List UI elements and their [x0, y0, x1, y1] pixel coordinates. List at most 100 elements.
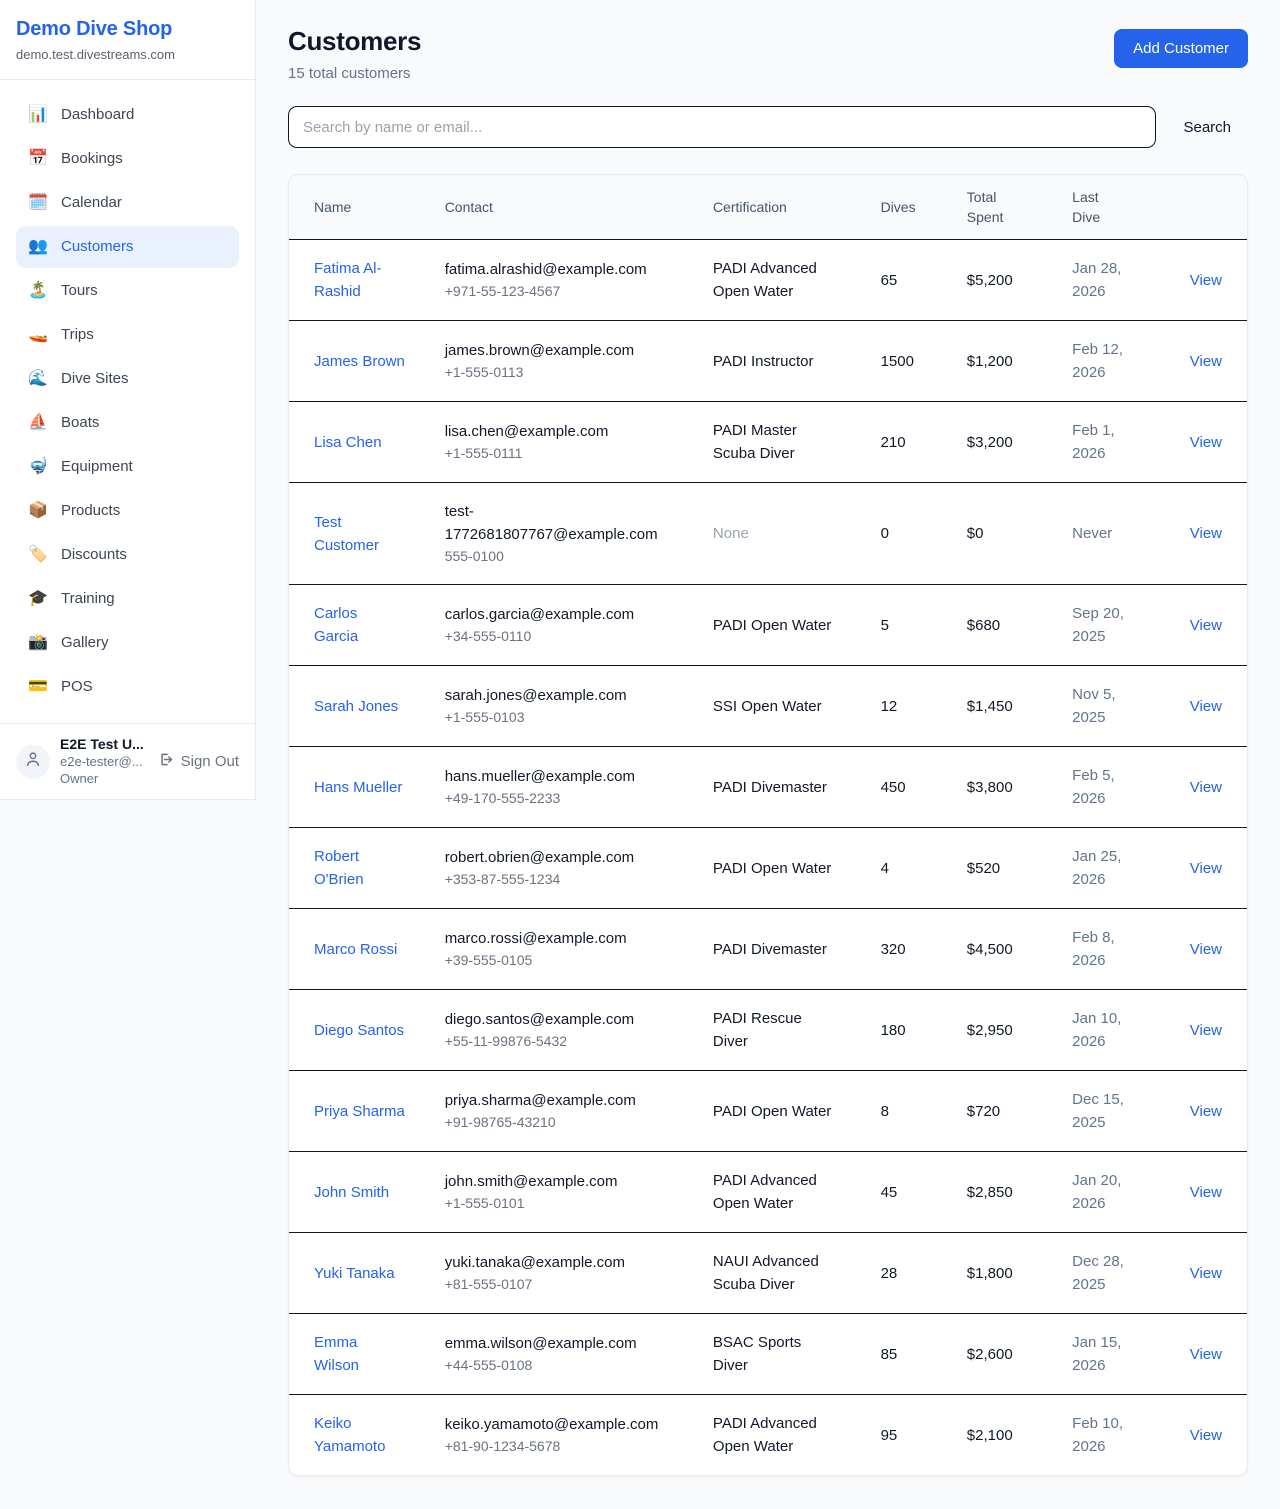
- customer-name-link[interactable]: John Smith: [314, 1181, 389, 1204]
- sidebar-item-calendar[interactable]: 🗓️ Calendar: [16, 182, 239, 224]
- avatar: [16, 745, 50, 779]
- view-link[interactable]: View: [1190, 525, 1222, 542]
- customer-certification: PADI Divemaster: [713, 938, 827, 961]
- customer-name-link[interactable]: James Brown: [314, 350, 405, 373]
- customer-total-spent: $1,200: [967, 353, 1013, 370]
- customer-last-dive: Feb 5, 2026: [1072, 764, 1132, 810]
- island-icon: 🏝️: [28, 280, 48, 302]
- customer-name-link[interactable]: Yuki Tanaka: [314, 1262, 395, 1285]
- view-link[interactable]: View: [1190, 860, 1222, 877]
- table-row: Priya Sharma priya.sharma@example.com +9…: [289, 1071, 1247, 1152]
- shop-domain: demo.test.divestreams.com: [16, 47, 239, 62]
- customer-last-dive: Jan 20, 2026: [1072, 1169, 1132, 1215]
- table-row: Marco Rossi marco.rossi@example.com +39-…: [289, 909, 1247, 990]
- view-link[interactable]: View: [1190, 779, 1222, 796]
- page-header: Customers 15 total customers Add Custome…: [288, 26, 1248, 82]
- customer-name-link[interactable]: Hans Mueller: [314, 776, 402, 799]
- customer-certification: SSI Open Water: [713, 695, 822, 718]
- customer-dives: 5: [881, 617, 889, 634]
- user-meta: E2E Test U... e2e-tester@... Owner: [60, 736, 144, 787]
- customer-dives: 8: [881, 1103, 889, 1120]
- calendar-date-icon: 📅: [28, 148, 48, 170]
- customer-phone: +81-555-0107: [445, 1274, 689, 1295]
- view-link[interactable]: View: [1190, 617, 1222, 634]
- customer-name-link[interactable]: Lisa Chen: [314, 431, 382, 454]
- view-link[interactable]: View: [1190, 1427, 1222, 1444]
- sidebar-item-gallery[interactable]: 📸 Gallery: [16, 622, 239, 664]
- sign-out-label: Sign Out: [181, 753, 239, 770]
- view-link[interactable]: View: [1190, 1103, 1222, 1120]
- customer-email: yuki.tanaka@example.com: [445, 1251, 625, 1274]
- page-header-text: Customers 15 total customers: [288, 26, 421, 82]
- column-header: Last Dive: [1060, 175, 1165, 240]
- view-link[interactable]: View: [1190, 272, 1222, 289]
- customer-phone: +81-90-1234-5678: [445, 1436, 689, 1457]
- sidebar-item-equipment[interactable]: 🤿 Equipment: [16, 446, 239, 488]
- column-header: Contact: [433, 175, 701, 240]
- search-button[interactable]: Search: [1183, 119, 1231, 136]
- sidebar-nav: 📊 Dashboard 📅 Bookings 🗓️ Calendar 👥 Cus…: [0, 80, 255, 708]
- sidebar-item-boats[interactable]: ⛵ Boats: [16, 402, 239, 444]
- customer-phone: +1-555-0111: [445, 443, 689, 464]
- table-row: Carlos Garcia carlos.garcia@example.com …: [289, 585, 1247, 666]
- sidebar-item-label: Dashboard: [61, 104, 134, 126]
- column-header: Name: [289, 175, 433, 240]
- customer-last-dive: Jan 28, 2026: [1072, 257, 1132, 303]
- customer-name-link[interactable]: Fatima Al-Rashid: [314, 257, 405, 303]
- customer-last-dive: Dec 15, 2025: [1072, 1088, 1132, 1134]
- customer-certification: NAUI Advanced Scuba Diver: [713, 1250, 838, 1296]
- customer-total-spent: $1,450: [967, 698, 1013, 715]
- customer-name-link[interactable]: Robert O'Brien: [314, 845, 405, 891]
- view-link[interactable]: View: [1190, 1184, 1222, 1201]
- table-row: Hans Mueller hans.mueller@example.com +4…: [289, 747, 1247, 828]
- sidebar-item-dive-sites[interactable]: 🌊 Dive Sites: [16, 358, 239, 400]
- sidebar-item-tours[interactable]: 🏝️ Tours: [16, 270, 239, 312]
- sidebar-item-label: POS: [61, 676, 93, 698]
- customer-email: lisa.chen@example.com: [445, 420, 609, 443]
- sidebar-item-label: Training: [61, 588, 115, 610]
- wave-icon: 🌊: [28, 368, 48, 390]
- view-link[interactable]: View: [1190, 353, 1222, 370]
- customer-certification: PADI Instructor: [713, 350, 814, 373]
- customer-total-spent: $520: [967, 860, 1000, 877]
- add-customer-button[interactable]: Add Customer: [1114, 29, 1248, 68]
- customer-last-dive: Never: [1072, 522, 1112, 545]
- sidebar-item-pos[interactable]: 💳 POS: [16, 666, 239, 708]
- sidebar-item-products[interactable]: 📦 Products: [16, 490, 239, 532]
- customer-email: james.brown@example.com: [445, 339, 634, 362]
- customer-certification: PADI Open Water: [713, 857, 831, 880]
- customer-name-link[interactable]: Keiko Yamamoto: [314, 1412, 405, 1458]
- customer-name-link[interactable]: Priya Sharma: [314, 1100, 405, 1123]
- view-link[interactable]: View: [1190, 698, 1222, 715]
- view-link[interactable]: View: [1190, 941, 1222, 958]
- sidebar-item-training[interactable]: 🎓 Training: [16, 578, 239, 620]
- customer-dives: 12: [881, 698, 898, 715]
- view-link[interactable]: View: [1190, 1346, 1222, 1363]
- view-link[interactable]: View: [1190, 434, 1222, 451]
- sidebar-item-customers[interactable]: 👥 Customers: [16, 226, 239, 268]
- search-input[interactable]: [288, 106, 1156, 148]
- customer-name-link[interactable]: Marco Rossi: [314, 938, 397, 961]
- view-link[interactable]: View: [1190, 1265, 1222, 1282]
- customer-name-link[interactable]: Emma Wilson: [314, 1331, 405, 1377]
- customer-email: diego.santos@example.com: [445, 1008, 635, 1031]
- sidebar-item-discounts[interactable]: 🏷️ Discounts: [16, 534, 239, 576]
- sidebar-item-bookings[interactable]: 📅 Bookings: [16, 138, 239, 180]
- sailboat-icon: ⛵: [28, 412, 48, 434]
- person-icon: [24, 750, 42, 773]
- customer-last-dive: Jan 10, 2026: [1072, 1007, 1132, 1053]
- view-link[interactable]: View: [1190, 1022, 1222, 1039]
- customer-name-link[interactable]: Carlos Garcia: [314, 602, 405, 648]
- user-panel: E2E Test U... e2e-tester@... Owner Sign …: [0, 723, 255, 799]
- customer-phone: +39-555-0105: [445, 950, 689, 971]
- customer-certification: None: [713, 522, 749, 545]
- sign-out-button[interactable]: Sign Out: [157, 751, 239, 772]
- diving-mask-icon: 🤿: [28, 456, 48, 478]
- customer-name-link[interactable]: Diego Santos: [314, 1019, 404, 1042]
- customer-name-link[interactable]: Test Customer: [314, 511, 405, 557]
- sidebar-item-dashboard[interactable]: 📊 Dashboard: [16, 94, 239, 136]
- sidebar-item-trips[interactable]: 🚤 Trips: [16, 314, 239, 356]
- customer-email: john.smith@example.com: [445, 1170, 618, 1193]
- customer-name-link[interactable]: Sarah Jones: [314, 695, 398, 718]
- customer-last-dive: Jan 25, 2026: [1072, 845, 1132, 891]
